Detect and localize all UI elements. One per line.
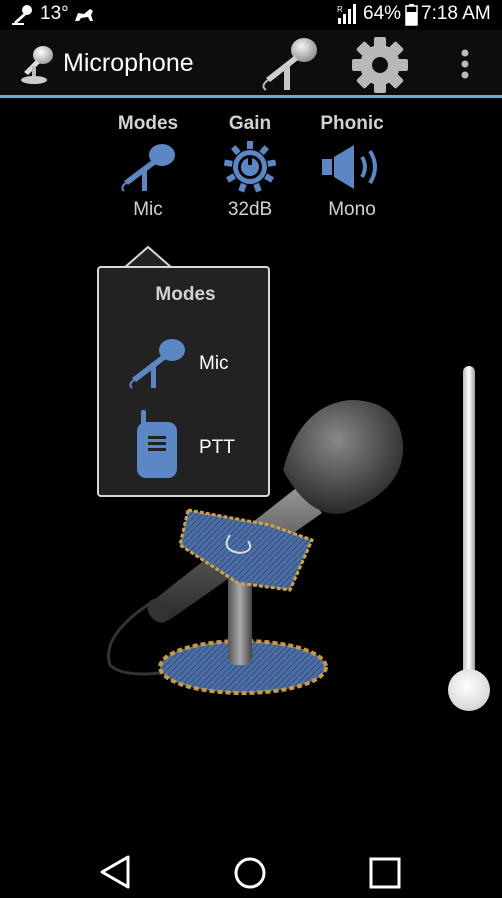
app-logo-icon <box>21 46 53 84</box>
app-title: Microphone <box>63 49 194 77</box>
speaker-icon <box>322 145 377 189</box>
gain-control[interactable]: Gain 32dB <box>200 113 300 221</box>
microphone-icon <box>129 339 185 389</box>
back-button[interactable] <box>98 854 132 890</box>
signal-icon: R <box>337 4 356 24</box>
gain-label: Gain <box>228 113 272 134</box>
recent-apps-button[interactable] <box>368 856 402 890</box>
pet-notification-icon <box>75 9 93 21</box>
mode-option-ptt-label: PTT <box>199 437 235 458</box>
home-button[interactable] <box>232 855 268 891</box>
settings-gear-button[interactable] <box>350 36 410 94</box>
clock-text: 7:18 AM <box>421 3 491 24</box>
overflow-menu-button[interactable] <box>458 48 472 80</box>
mode-option-ptt[interactable]: PTT <box>99 410 268 486</box>
phonic-control[interactable]: Phonic Mono <box>302 113 402 221</box>
microphone-toggle-button[interactable] <box>258 36 320 92</box>
modes-popup: Modes Mic PTT <box>97 266 270 497</box>
modes-label: Modes <box>117 113 179 134</box>
mode-option-mic[interactable]: Mic <box>99 330 268 396</box>
microphone-icon <box>121 144 175 192</box>
mode-option-mic-label: Mic <box>199 353 229 374</box>
gain-slider-thumb[interactable] <box>448 669 490 711</box>
phonic-value: Mono <box>328 199 376 220</box>
gain-knob-icon <box>223 141 277 193</box>
modes-value: Mic <box>133 199 163 220</box>
popup-title: Modes <box>155 284 216 305</box>
gain-value: 32dB <box>227 199 273 220</box>
svg-text:R: R <box>337 5 343 14</box>
action-bar-divider <box>0 95 502 98</box>
battery-percent-text: 64% <box>363 3 402 24</box>
gain-slider-track[interactable] <box>463 366 475 702</box>
status-bar: 13° R 64% 7:18 AM <box>0 0 502 30</box>
temperature-text: 13° <box>40 3 69 24</box>
walkie-talkie-icon <box>137 410 177 478</box>
microphone-notification-icon <box>12 5 32 25</box>
battery-icon <box>405 4 418 26</box>
phonic-label: Phonic <box>320 113 384 134</box>
modes-control[interactable]: Modes Mic <box>98 113 198 221</box>
